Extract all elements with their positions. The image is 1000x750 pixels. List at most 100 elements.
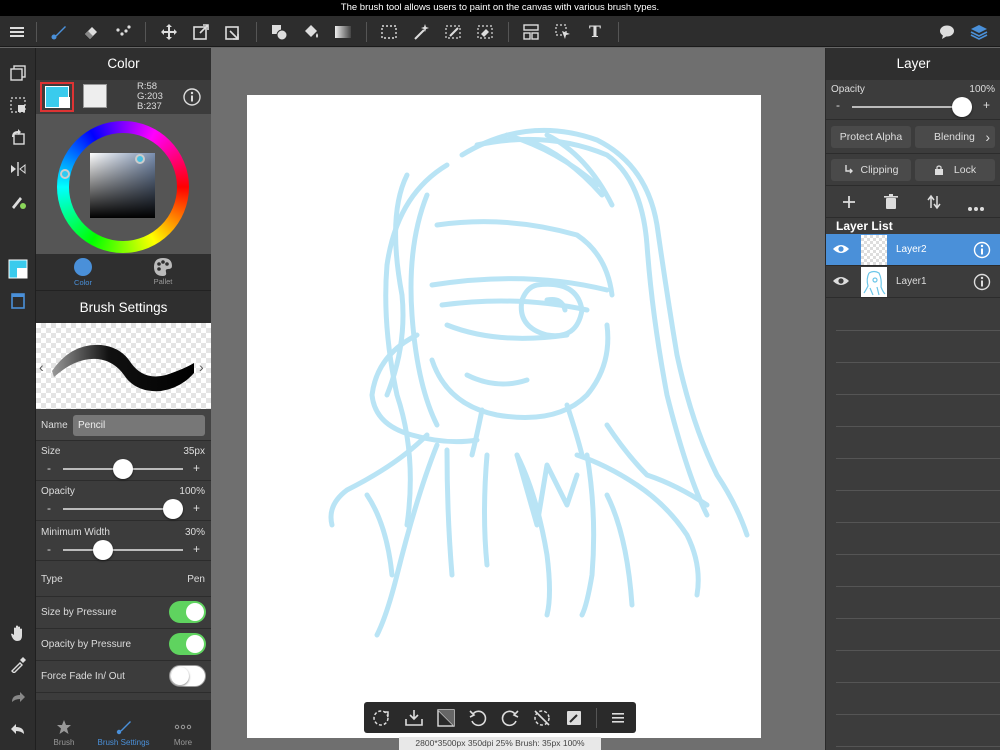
tab-pallet[interactable]: Pallet — [144, 256, 182, 290]
edit-icon[interactable] — [562, 706, 586, 730]
clipping-label: Clipping — [860, 164, 899, 176]
layer1-name: Layer1 — [896, 276, 927, 287]
lock-button[interactable]: Lock — [915, 159, 995, 181]
select-eraser-icon[interactable] — [472, 16, 498, 47]
layers-icon[interactable] — [966, 16, 992, 47]
empty-layer-slot — [836, 714, 1000, 715]
crop-transform-icon[interactable] — [220, 16, 246, 47]
save-icon[interactable] — [402, 706, 426, 730]
type-row[interactable]: Type Pen — [36, 561, 211, 597]
slider-knob[interactable] — [163, 499, 183, 519]
slider-knob[interactable] — [952, 97, 972, 117]
select-all-icon[interactable] — [4, 92, 32, 118]
layer-panel-title: Layer — [826, 48, 1000, 80]
min-width-row: Minimum Width 30% - + — [36, 521, 211, 561]
opacity-value: 100% — [179, 486, 205, 497]
layer-select-icon[interactable] — [518, 16, 544, 47]
tab-brush[interactable]: Brush — [36, 700, 92, 750]
slider-knob[interactable] — [113, 459, 133, 479]
undo-icon[interactable] — [4, 716, 32, 742]
duplicate-icon[interactable] — [4, 60, 32, 86]
opacity-pressure-label: Opacity by Pressure — [41, 639, 132, 650]
empty-layer-slot — [836, 362, 1000, 363]
size-pressure-toggle[interactable] — [169, 601, 206, 623]
text-icon[interactable]: T — [582, 16, 608, 47]
saturation-square[interactable] — [90, 153, 155, 218]
primary-color-swatch[interactable] — [40, 82, 74, 112]
layer2-info-icon[interactable] — [973, 241, 991, 264]
eraser-icon[interactable] — [78, 16, 104, 47]
select-rect-icon[interactable] — [376, 16, 402, 47]
redo-canvas-icon[interactable] — [498, 706, 522, 730]
trash-icon[interactable] — [884, 194, 898, 215]
select-cursor-icon[interactable] — [550, 16, 576, 47]
redo-icon[interactable] — [4, 684, 32, 710]
tab-color[interactable]: Color — [64, 256, 102, 290]
opacity-plus-button[interactable]: + — [193, 501, 200, 515]
size-plus-button[interactable]: + — [193, 461, 200, 475]
hand-icon[interactable] — [4, 620, 32, 646]
min-width-minus-button[interactable]: - — [47, 542, 51, 556]
gradient-icon[interactable] — [330, 16, 356, 47]
layer-opacity-plus-button[interactable]: + — [983, 98, 990, 112]
slider-knob[interactable] — [93, 540, 113, 560]
canvas-menu-icon[interactable] — [606, 706, 630, 730]
speech-bubble-icon[interactable] — [934, 16, 960, 47]
transform-icon[interactable] — [188, 16, 214, 47]
transparency-icon[interactable] — [434, 706, 458, 730]
brush-color-icon[interactable] — [4, 188, 32, 214]
rgb-b: B:237 — [137, 101, 162, 112]
tab-brush-settings[interactable]: Brush Settings — [92, 700, 155, 750]
layer1-info-icon[interactable] — [973, 273, 991, 296]
rotate-reset-icon[interactable] — [369, 706, 393, 730]
layer-opacity-minus-button[interactable]: - — [836, 98, 840, 112]
opacity-minus-button[interactable]: - — [47, 501, 51, 515]
bucket-icon[interactable] — [298, 16, 324, 47]
brush-name-field[interactable]: Pencil — [73, 415, 205, 436]
flip-icon[interactable] — [4, 156, 32, 182]
min-width-slider[interactable] — [63, 549, 183, 551]
rotate-layer-icon[interactable] — [4, 124, 32, 150]
color-swatch-icon[interactable] — [4, 256, 32, 282]
eyedropper-icon[interactable] — [4, 652, 32, 678]
more-icon[interactable] — [967, 199, 985, 217]
opacity-label: Opacity — [41, 486, 75, 497]
empty-layer-slot — [836, 426, 1000, 427]
layer-row-layer1[interactable]: Layer1 — [826, 266, 1000, 298]
min-width-plus-button[interactable]: + — [193, 542, 200, 556]
eye-icon[interactable] — [832, 274, 850, 293]
protect-alpha-button[interactable]: Protect Alpha — [831, 126, 911, 148]
add-layer-icon[interactable] — [841, 194, 857, 215]
next-brush-icon[interactable]: › — [199, 359, 204, 375]
dot-icon[interactable] — [110, 16, 136, 47]
tab-more[interactable]: More — [155, 700, 211, 750]
blending-button[interactable]: Blending › — [915, 126, 995, 148]
drawing-canvas[interactable] — [247, 95, 761, 738]
move-layer-icon[interactable] — [927, 194, 941, 215]
select-pen-icon[interactable] — [440, 16, 466, 47]
magic-wand-icon[interactable] — [408, 16, 434, 47]
sv-picker-knob[interactable] — [135, 154, 145, 164]
brush-settings-icon — [116, 721, 131, 735]
fill-shape-icon[interactable] — [266, 16, 292, 47]
bottom-tabs: Brush Brush Settings More — [36, 700, 211, 750]
undo-canvas-icon[interactable] — [466, 706, 490, 730]
prev-brush-icon[interactable]: ‹ — [39, 359, 44, 375]
secondary-color-swatch[interactable] — [83, 84, 107, 108]
brush-icon[interactable] — [46, 16, 72, 47]
left-toolbar — [0, 48, 36, 750]
hue-picker-knob[interactable] — [60, 169, 70, 179]
layer-row-layer2[interactable]: Layer2 — [826, 234, 1000, 266]
size-minus-button[interactable]: - — [47, 461, 51, 475]
move-icon[interactable] — [156, 16, 182, 47]
force-fade-toggle[interactable] — [169, 665, 206, 687]
rotate-off-icon[interactable] — [530, 706, 554, 730]
menu-icon[interactable] — [4, 16, 30, 47]
eye-icon[interactable] — [832, 242, 850, 261]
layer2-name: Layer2 — [896, 244, 927, 255]
info-icon[interactable] — [183, 88, 201, 111]
clipping-button[interactable]: Clipping — [831, 159, 911, 181]
opacity-pressure-toggle[interactable] — [169, 633, 206, 655]
brush-settings-title: Brush Settings — [36, 290, 211, 323]
layer-window-icon[interactable] — [4, 288, 32, 314]
